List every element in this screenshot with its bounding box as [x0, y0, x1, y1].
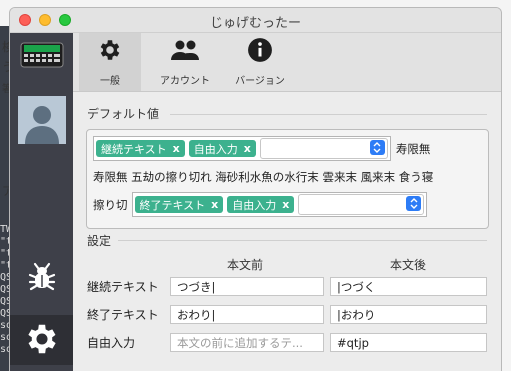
default-text-tail: 寿限無 [395, 141, 431, 156]
tab-account[interactable]: アカウント [149, 33, 221, 91]
column-header-after: 本文後 [390, 258, 427, 272]
token-field[interactable]: 終了テキスト x 自由入力 x [131, 192, 428, 217]
default-text-head: 擦り切 [93, 197, 128, 212]
token-select[interactable] [298, 194, 425, 215]
app-logo[interactable] [16, 41, 67, 71]
token-end-text[interactable]: 終了テキスト x [134, 196, 224, 213]
defaults-panel: 継続テキスト x 自由入力 x 寿限無 寿限無 五劫の擦り切れ 海砂利水魚の水行末 … [86, 129, 489, 229]
token-remove-icon[interactable]: x [211, 198, 218, 211]
keyboard-icon [20, 42, 64, 71]
section-divider [118, 240, 487, 241]
free-after-input[interactable]: #qtjp [330, 333, 487, 352]
tab-label: アカウント [160, 76, 210, 87]
defaults-row-3: 擦り切 終了テキスト x 自由入力 x [93, 192, 428, 217]
people-icon [170, 37, 200, 72]
row-label-end: 終了テキスト [87, 308, 159, 322]
debug-button[interactable] [16, 258, 67, 298]
gear-icon [97, 37, 123, 72]
tab-version[interactable]: バージョン [225, 33, 295, 91]
avatar-icon [17, 96, 66, 147]
tab-general[interactable]: 一般 [79, 33, 141, 91]
preferences-window: じゅげむったー 一般 アカウント バージョン デフォルト値 継続テキスト x 自… [10, 8, 501, 371]
bug-icon [27, 262, 57, 295]
token-label: 終了テキスト [139, 198, 206, 212]
default-text-body: 寿限無 五劫の擦り切れ 海砂利水魚の水行末 雲来末 風来末 食う寝 [93, 170, 434, 184]
sidebar [10, 33, 73, 371]
row-label-continue: 継続テキスト [87, 280, 159, 294]
title-bar[interactable]: じゅげむったー [10, 8, 501, 33]
window-title: じゅげむったー [209, 16, 301, 31]
token-free-input[interactable]: 自由入力 x [227, 196, 295, 213]
account-avatar[interactable] [16, 96, 67, 147]
token-label: 自由入力 [193, 142, 238, 156]
token-free-input[interactable]: 自由入力 x [188, 140, 256, 157]
token-continue-text[interactable]: 継続テキスト x [96, 140, 185, 157]
tab-label: バージョン [235, 76, 285, 87]
tab-label: 一般 [100, 76, 120, 87]
end-before-input[interactable]: おわり| [170, 305, 324, 324]
token-remove-icon[interactable]: x [173, 142, 180, 155]
column-header-before: 本文前 [227, 258, 264, 272]
token-label: 自由入力 [232, 198, 277, 212]
token-label: 継続テキスト [101, 142, 167, 156]
chevron-updown-icon[interactable] [406, 196, 422, 211]
token-remove-icon[interactable]: x [282, 198, 289, 211]
section-divider [170, 114, 487, 115]
defaults-section-label: デフォルト値 [87, 107, 160, 121]
settings-section-label: 設定 [87, 234, 112, 248]
gear-icon [23, 320, 61, 361]
row-label-free: 自由入力 [87, 336, 136, 350]
token-field[interactable]: 継続テキスト x 自由入力 x [93, 136, 391, 161]
free-before-input[interactable]: 本文の前に追加するテ... [170, 333, 324, 352]
token-select[interactable] [259, 138, 388, 159]
chevron-updown-icon[interactable] [369, 140, 385, 155]
info-icon [247, 37, 273, 72]
defaults-row-2: 寿限無 五劫の擦り切れ 海砂利水魚の水行末 雲来末 風来末 食う寝 [93, 169, 433, 185]
continue-before-input[interactable]: つづき| [170, 277, 324, 296]
settings-button[interactable] [10, 315, 73, 365]
toolbar: 一般 アカウント バージョン [73, 33, 501, 92]
continue-after-input[interactable]: |つづく [330, 277, 487, 296]
end-after-input[interactable]: |おわり [330, 305, 487, 324]
token-remove-icon[interactable]: x [244, 142, 251, 155]
defaults-row-1: 継続テキスト x 自由入力 x 寿限無 [93, 136, 430, 161]
